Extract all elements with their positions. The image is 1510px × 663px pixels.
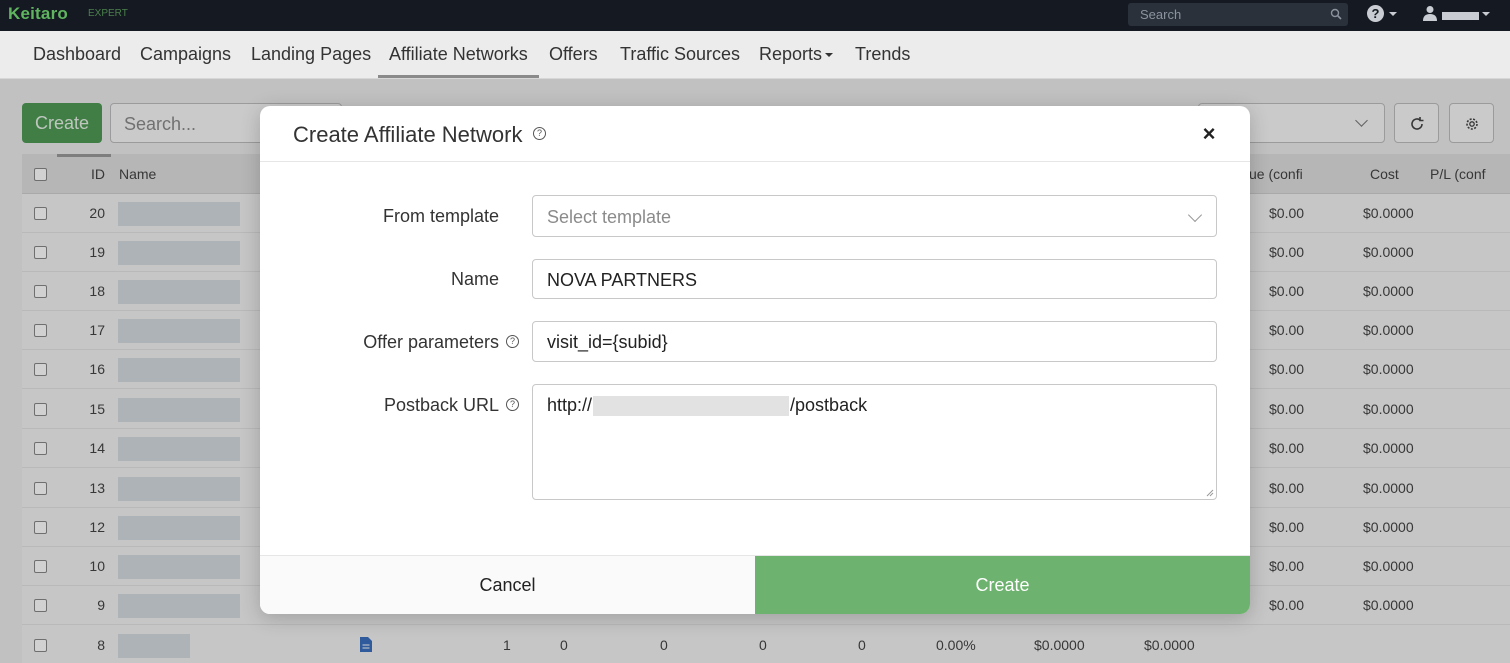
nav-campaigns[interactable]: Campaigns — [140, 44, 231, 65]
redacted-domain — [593, 396, 790, 417]
help-icon[interactable]: ? — [533, 127, 546, 140]
caret-down-icon — [1389, 12, 1397, 16]
nav-reports[interactable]: Reports — [759, 44, 822, 65]
offer-parameters-label: Offer parameters — [363, 332, 499, 352]
template-label: From template — [382, 206, 499, 226]
create-affiliate-network-dialog: Create Affiliate Network ? × From templa… — [260, 106, 1250, 614]
chevron-down-icon — [1187, 207, 1203, 223]
app-logo[interactable]: Keitaro — [8, 4, 68, 24]
question-circle-icon: ? — [1367, 5, 1384, 22]
postback-url-prefix: http:// — [547, 395, 593, 415]
edition-label: EXPERT — [88, 8, 128, 19]
close-icon[interactable]: × — [1198, 123, 1220, 145]
cancel-button[interactable]: Cancel — [260, 556, 755, 614]
reports-caret-icon — [825, 53, 833, 57]
name-field[interactable]: NOVA PARTNERS — [532, 259, 1217, 299]
postback-url-textarea[interactable]: http:// /postback — [532, 384, 1217, 500]
user-menu-button[interactable] — [1420, 4, 1492, 24]
name-label: Name — [450, 269, 499, 289]
help-icon[interactable]: ? — [506, 335, 519, 348]
dialog-footer: Cancel Create — [260, 555, 1250, 614]
postback-url-value: http:// /postback — [547, 395, 868, 417]
name-value: NOVA PARTNERS — [547, 270, 698, 290]
nav-active-indicator — [378, 75, 539, 78]
global-search-input[interactable]: Search — [1128, 3, 1348, 26]
global-search-placeholder: Search — [1140, 7, 1182, 22]
dialog-title: Create Affiliate Network — [293, 122, 523, 147]
help-menu-button[interactable]: ? — [1367, 4, 1397, 24]
caret-down-icon — [1482, 12, 1490, 16]
nav-traffic-sources[interactable]: Traffic Sources — [620, 44, 740, 65]
user-name — [1442, 12, 1479, 20]
dialog-header: Create Affiliate Network ? × — [260, 106, 1250, 162]
offer-parameters-value: visit_id={subid} — [547, 332, 668, 352]
resize-handle-icon[interactable] — [1206, 489, 1214, 497]
main-nav: Dashboard Campaigns Landing Pages Affili… — [0, 31, 1510, 79]
offer-parameters-field[interactable]: visit_id={subid} — [532, 321, 1217, 362]
nav-affiliate-networks[interactable]: Affiliate Networks — [389, 44, 528, 65]
top-bar: Keitaro EXPERT Search ? — [0, 0, 1510, 31]
postback-url-label: Postback URL — [383, 395, 499, 415]
postback-url-suffix: /postback — [790, 395, 868, 415]
nav-offers[interactable]: Offers — [549, 44, 598, 65]
search-icon — [1330, 8, 1342, 20]
nav-trends[interactable]: Trends — [855, 44, 910, 65]
nav-dashboard[interactable]: Dashboard — [33, 44, 121, 65]
create-button[interactable]: Create — [755, 556, 1250, 614]
help-icon[interactable]: ? — [506, 398, 519, 411]
user-icon — [1423, 6, 1437, 21]
nav-landing-pages[interactable]: Landing Pages — [251, 44, 371, 65]
template-placeholder: Select template — [547, 207, 672, 227]
template-select[interactable]: Select template — [532, 195, 1217, 237]
